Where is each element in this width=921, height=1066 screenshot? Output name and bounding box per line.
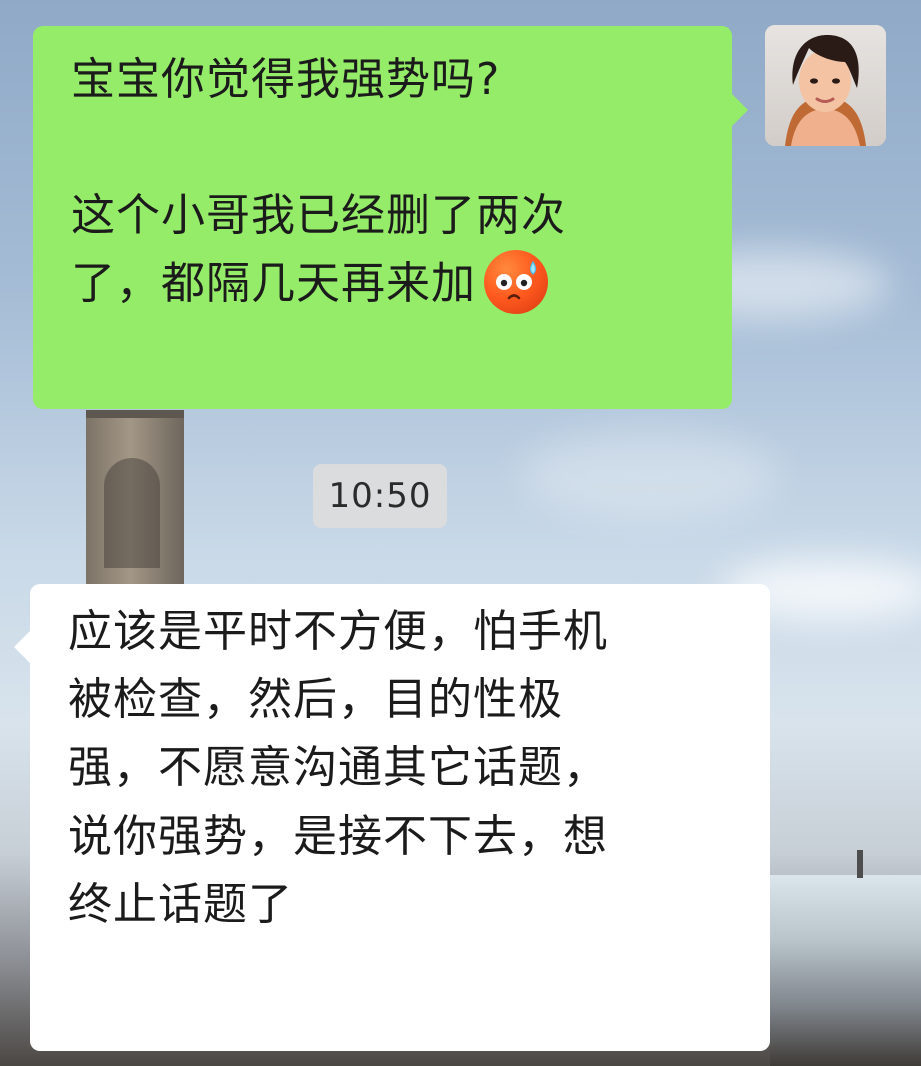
cloud-shape [520,430,780,520]
outgoing-message-bubble[interactable]: 宝宝你觉得我强势吗? 这个小哥我已经删了两次 了，都隔几天再来加 [33,26,748,409]
incoming-message-bubble[interactable]: 应该是平时不方便，怕手机 被检查，然后，目的性极 强，不愿意沟通其它话题， 说你… [14,584,770,1051]
message-line: 应该是平时不方便，怕手机 [68,606,608,657]
message-line: 终止话题了 [68,878,293,930]
message-line: 宝宝你觉得我强势吗? [71,54,501,105]
message-text: 了，都隔几天再来加 [71,258,476,310]
anxious-sweat-emoji-icon [480,246,552,318]
message-line: 说你强势，是接不下去，想 [68,810,608,862]
message-line: 被检查，然后，目的性极 [68,674,563,726]
message-line: 这个小哥我已经删了两次 [71,190,566,242]
user-avatar[interactable] [765,25,886,146]
message-timestamp: 10:50 [313,464,447,528]
message-line: 强，不愿意沟通其它话题， [68,742,608,794]
lighthouse-icon [857,850,863,878]
message-line: 了，都隔几天再来加 [71,250,694,318]
sea-shore [770,875,921,1066]
